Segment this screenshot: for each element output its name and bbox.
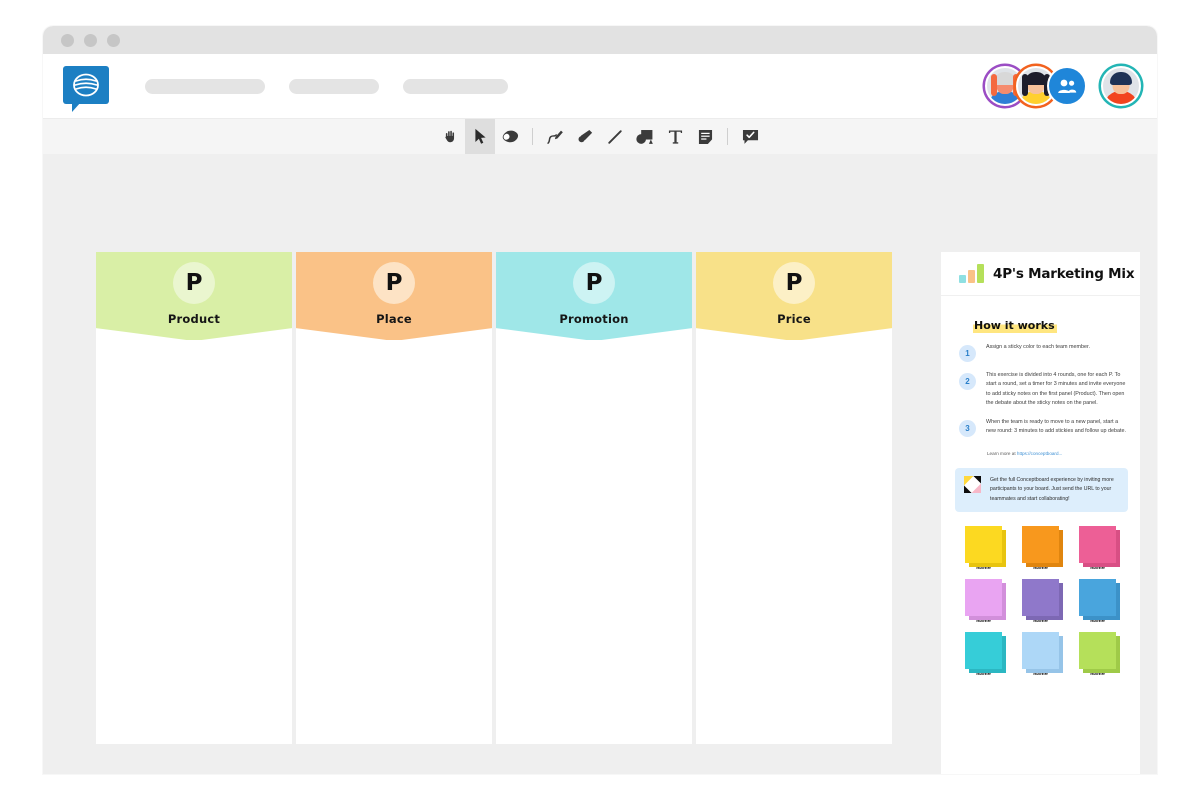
panel-title: Place xyxy=(376,312,412,326)
panel-title: Promotion xyxy=(559,312,629,326)
panel-title: Product xyxy=(167,312,221,326)
avatar-current-user[interactable] xyxy=(1101,66,1141,106)
conceptboard-badge-icon xyxy=(964,475,981,493)
sticky-legend-item[interactable]: Name xyxy=(1018,525,1064,571)
comment-tool[interactable] xyxy=(735,119,765,155)
app-header xyxy=(43,54,1157,118)
pen-icon xyxy=(547,130,563,144)
pen-tool[interactable] xyxy=(540,119,570,155)
conceptboard-logo-icon[interactable] xyxy=(63,66,109,112)
step-number: 2 xyxy=(959,373,976,390)
learn-more-prefix: Learn more at xyxy=(987,450,1017,456)
people-plus-icon xyxy=(1058,79,1077,93)
instruction-step-2: 2 This exercise is divided into 4 rounds… xyxy=(941,362,1140,409)
step-text: Assign a sticky color to each team membe… xyxy=(986,344,1090,350)
window-minimize-button[interactable] xyxy=(84,33,97,47)
sticky-legend-item[interactable]: Name xyxy=(1018,631,1064,677)
how-it-works-heading-wrap: How it works xyxy=(941,296,1140,334)
sticky-legend-item[interactable]: Name xyxy=(961,631,1007,677)
panel-title: Price xyxy=(777,312,811,326)
step-number: 3 xyxy=(959,419,976,437)
nav-placeholder-2[interactable] xyxy=(289,78,379,94)
sticky-legend-item[interactable]: Name xyxy=(1018,578,1064,624)
instructions-title: 4P's Marketing Mix xyxy=(993,265,1135,282)
instructions-title-row: 4P's Marketing Mix xyxy=(941,252,1140,296)
marker-icon xyxy=(578,130,592,143)
logo-glyph-icon xyxy=(73,73,99,97)
step-text: When the team is ready to move to a new … xyxy=(986,418,1126,435)
board-canvas[interactable]: P Product P Place P Promotion P Price 4P… xyxy=(43,154,1157,774)
how-it-works-heading: How it works xyxy=(973,319,1057,333)
comment-icon xyxy=(742,129,758,144)
promo-text: Get the full Conceptboard experience by … xyxy=(990,476,1114,502)
sticky-note-icon xyxy=(698,129,712,144)
step-text: This exercise is divided into 4 rounds, … xyxy=(986,372,1126,407)
window-titlebar xyxy=(43,26,1157,54)
panel-price[interactable]: P Price xyxy=(696,252,892,744)
panel-header: P Promotion xyxy=(496,252,692,340)
nav-placeholder-1[interactable] xyxy=(145,78,265,94)
cursor-icon xyxy=(474,128,486,144)
text-icon xyxy=(668,129,682,144)
panel-letter-badge: P xyxy=(773,262,815,304)
learn-more-line: Learn more at https://conceptboard... xyxy=(941,437,1140,456)
panel-letter-badge: P xyxy=(573,262,615,304)
panel-promotion[interactable]: P Promotion xyxy=(496,252,692,744)
panel-header: P Price xyxy=(696,252,892,340)
bar-chart-icon xyxy=(959,264,984,283)
sticky-legend-item[interactable]: Name xyxy=(961,578,1007,624)
shapes-icon xyxy=(635,130,653,144)
panel-letter-badge: P xyxy=(373,262,415,304)
toolbar-separator-1 xyxy=(532,128,533,145)
shapes-tool[interactable] xyxy=(630,119,660,155)
panel-place[interactable]: P Place xyxy=(296,252,492,744)
eraser-tool[interactable] xyxy=(495,119,525,155)
hand-icon xyxy=(444,130,454,143)
promo-callout: Get the full Conceptboard experience by … xyxy=(955,467,1128,512)
collaborator-avatars xyxy=(985,66,1141,106)
line-icon xyxy=(608,129,622,144)
hand-tool[interactable] xyxy=(435,119,465,155)
add-people-button[interactable] xyxy=(1047,66,1087,106)
window-maximize-button[interactable] xyxy=(107,33,120,47)
step-number: 1 xyxy=(959,345,976,362)
sticky-legend-item[interactable]: Name xyxy=(1075,578,1121,624)
toolbar-separator-2 xyxy=(727,128,728,145)
window-close-button[interactable] xyxy=(61,33,74,47)
text-tool[interactable] xyxy=(660,119,690,155)
instructions-card[interactable]: 4P's Marketing Mix How it works 1 Assign… xyxy=(941,252,1140,774)
select-tool[interactable] xyxy=(465,118,495,155)
instruction-step-3: 3 When the team is ready to move to a ne… xyxy=(941,409,1140,437)
sticky-color-legend: Name Name Name Name Name Name Name Name … xyxy=(941,525,1140,677)
browser-window: P Product P Place P Promotion P Price 4P… xyxy=(43,26,1157,774)
panel-product[interactable]: P Product xyxy=(96,252,292,744)
eraser-icon xyxy=(502,130,518,143)
line-tool[interactable] xyxy=(600,119,630,155)
sticky-legend-item[interactable]: Name xyxy=(961,525,1007,571)
learn-more-link[interactable]: https://conceptboard... xyxy=(1017,451,1062,456)
sticky-legend-item[interactable]: Name xyxy=(1075,631,1121,677)
drawing-toolbar xyxy=(43,118,1157,155)
panel-header: P Place xyxy=(296,252,492,340)
nav-placeholder-3[interactable] xyxy=(403,78,508,94)
panel-header: P Product xyxy=(96,252,292,340)
sticky-note-tool[interactable] xyxy=(690,119,720,155)
sticky-legend-item[interactable]: Name xyxy=(1075,525,1121,571)
panel-letter-badge: P xyxy=(173,262,215,304)
instruction-step-1: 1 Assign a sticky color to each team mem… xyxy=(941,334,1140,362)
marker-tool[interactable] xyxy=(570,119,600,155)
